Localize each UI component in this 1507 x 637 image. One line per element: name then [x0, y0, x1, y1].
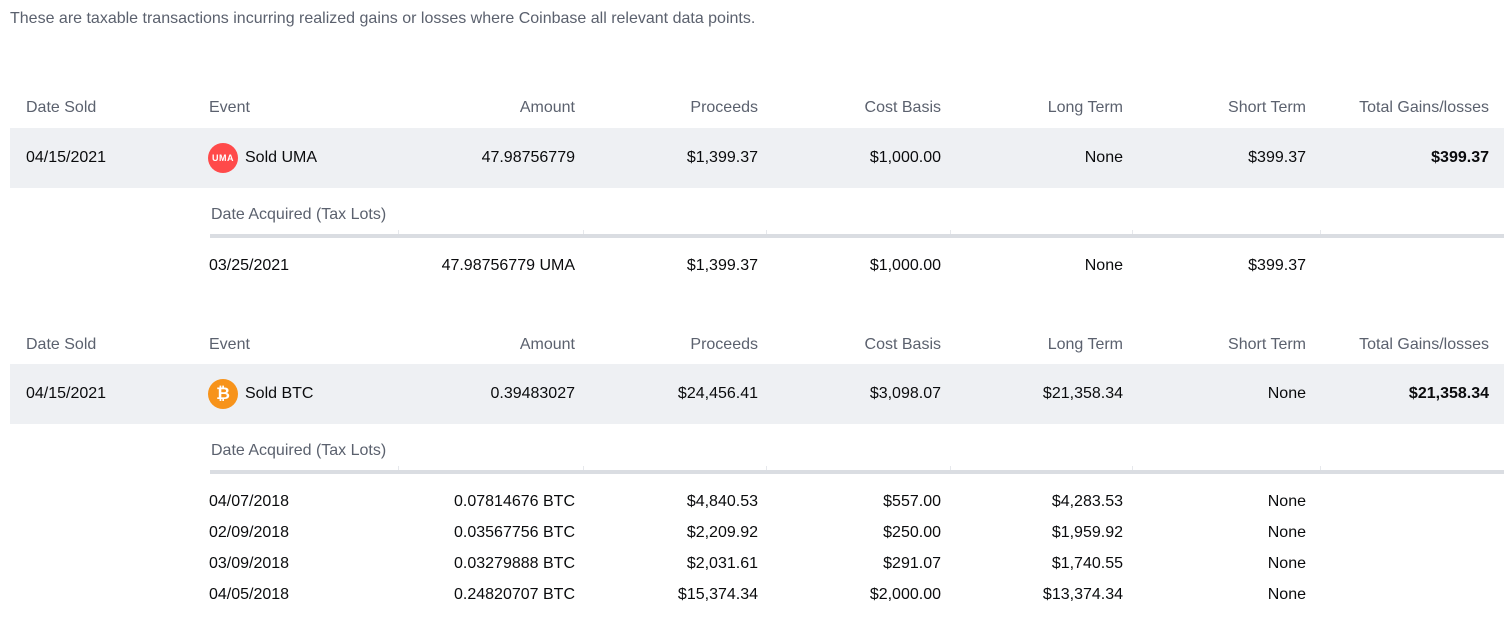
cost-basis: $1,000.00 — [869, 149, 941, 166]
header-event: Event — [209, 336, 250, 353]
lot-cost-basis: $557.00 — [883, 493, 941, 510]
lot-date-acquired: 03/09/2018 — [209, 555, 290, 572]
lot-amount: 0.03567756 BTC — [454, 524, 575, 541]
lot-long-term: $1,740.55 — [1051, 555, 1123, 572]
lot-proceeds: $4,840.53 — [686, 493, 758, 510]
lot-cost-basis: $250.00 — [883, 524, 941, 541]
lot-cost-basis: $291.07 — [883, 555, 941, 572]
short-term: $399.37 — [1248, 149, 1306, 166]
lot-amount: 47.98756779 UMA — [441, 257, 575, 274]
lot-long-term: $13,374.34 — [1042, 586, 1123, 603]
lot-proceeds: $2,209.92 — [686, 524, 758, 541]
date-sold: 04/15/2021 — [26, 149, 107, 166]
table-header: Date Sold Event Amount Proceeds Cost Bas… — [10, 333, 1504, 357]
lot-proceeds: $2,031.61 — [686, 555, 758, 572]
transaction-row[interactable]: 04/15/2021 UMA Sold UMA 47.98756779 $1,3… — [10, 128, 1504, 188]
header-date-sold: Date Sold — [26, 99, 97, 116]
header-total-gains-losses: Total Gains/losses — [1359, 99, 1489, 116]
lot-date-acquired: 02/09/2018 — [209, 524, 290, 541]
total-gains-losses: $399.37 — [1431, 149, 1489, 166]
table-header: Date Sold Event Amount Proceeds Cost Bas… — [10, 96, 1504, 120]
event: ₿ Sold BTC — [208, 364, 313, 424]
header-proceeds: Proceeds — [690, 99, 758, 116]
lot-short-term: $399.37 — [1248, 257, 1306, 274]
lot-cost-basis: $2,000.00 — [869, 586, 941, 603]
header-long-term: Long Term — [1047, 336, 1123, 353]
lot-amount: 0.07814676 BTC — [454, 493, 575, 510]
lot-date-acquired: 04/07/2018 — [209, 493, 290, 510]
header-long-term: Long Term — [1047, 99, 1123, 116]
lot-short-term: None — [1267, 586, 1306, 603]
total-gains-losses: $21,358.34 — [1408, 385, 1489, 402]
intro-text: These are taxable transactions incurring… — [10, 10, 756, 27]
header-cost-basis: Cost Basis — [864, 99, 941, 116]
lot-short-term: None — [1267, 524, 1306, 541]
header-cost-basis: Cost Basis — [864, 336, 941, 353]
tax-lots-divider — [210, 466, 1504, 474]
event-label: Sold BTC — [245, 385, 314, 402]
tax-lot-row: 03/25/2021 47.98756779 UMA $1,399.37 $1,… — [10, 254, 1504, 278]
lot-cost-basis: $1,000.00 — [869, 257, 941, 274]
tax-lots-divider — [210, 230, 1504, 238]
event-label: Sold UMA — [245, 149, 318, 166]
header-short-term: Short Term — [1228, 99, 1306, 116]
lot-proceeds: $15,374.34 — [677, 586, 758, 603]
lot-short-term: None — [1267, 493, 1306, 510]
header-date-sold: Date Sold — [26, 336, 97, 353]
proceeds: $24,456.41 — [677, 385, 758, 402]
tax-lot-row: 04/07/2018 0.07814676 BTC $4,840.53 $557… — [10, 490, 1504, 514]
header-short-term: Short Term — [1228, 336, 1306, 353]
header-event: Event — [209, 99, 250, 116]
event: UMA Sold UMA — [208, 128, 317, 188]
lot-long-term: $4,283.53 — [1051, 493, 1123, 510]
tax-lots-label: Date Acquired (Tax Lots) — [211, 206, 387, 223]
tax-lot-row: 03/09/2018 0.03279888 BTC $2,031.61 $291… — [10, 552, 1504, 576]
amount: 0.39483027 — [490, 385, 575, 402]
transaction-row[interactable]: 04/15/2021 ₿ Sold BTC 0.39483027 $24,456… — [10, 364, 1504, 424]
header-proceeds: Proceeds — [690, 336, 758, 353]
amount: 47.98756779 — [481, 149, 575, 166]
lot-proceeds: $1,399.37 — [686, 257, 758, 274]
lot-long-term: $1,959.92 — [1051, 524, 1123, 541]
tax-lot-row: 02/09/2018 0.03567756 BTC $2,209.92 $250… — [10, 521, 1504, 545]
header-amount: Amount — [519, 336, 575, 353]
lot-date-acquired: 04/05/2018 — [209, 586, 290, 603]
tax-lots-label: Date Acquired (Tax Lots) — [211, 442, 387, 459]
proceeds: $1,399.37 — [686, 149, 758, 166]
lot-amount: 0.24820707 BTC — [454, 586, 575, 603]
lot-short-term: None — [1267, 555, 1306, 572]
date-sold: 04/15/2021 — [26, 385, 107, 402]
long-term: $21,358.34 — [1042, 385, 1123, 402]
tax-lot-row: 04/05/2018 0.24820707 BTC $15,374.34 $2,… — [10, 583, 1504, 607]
btc-coin-icon: ₿ — [208, 379, 238, 409]
long-term: None — [1084, 149, 1123, 166]
header-amount: Amount — [519, 99, 575, 116]
lot-date-acquired: 03/25/2021 — [209, 257, 290, 274]
uma-coin-icon: UMA — [208, 143, 238, 173]
lot-long-term: None — [1084, 257, 1123, 274]
cost-basis: $3,098.07 — [869, 385, 941, 402]
header-total-gains-losses: Total Gains/losses — [1359, 336, 1489, 353]
lot-amount: 0.03279888 BTC — [454, 555, 575, 572]
short-term: None — [1267, 385, 1306, 402]
